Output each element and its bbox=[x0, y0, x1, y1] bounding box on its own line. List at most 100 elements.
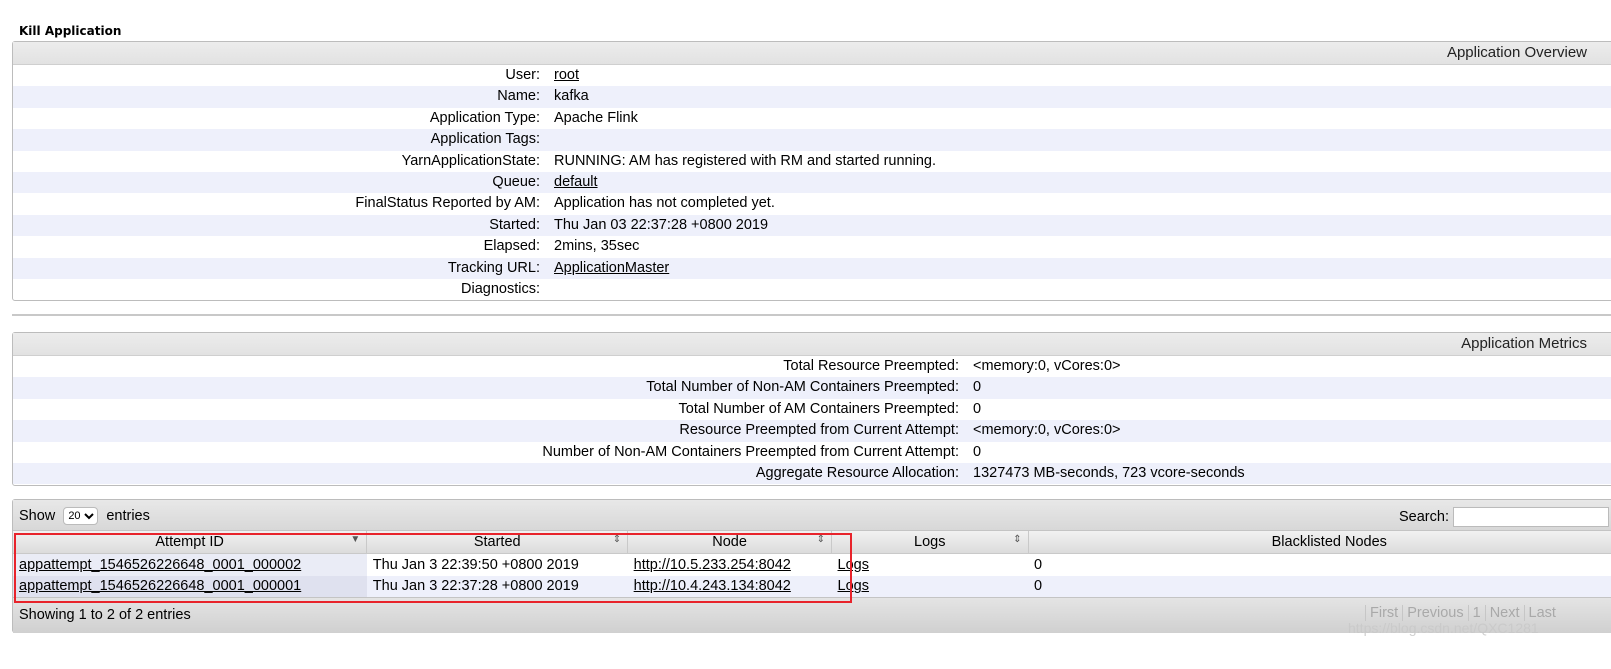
table-cell: http://10.4.243.134:8042 bbox=[627, 575, 832, 597]
sort-icon: ⇕ bbox=[612, 534, 622, 545]
column-header-blacklisted-nodes[interactable]: Blacklisted Nodes⇕ bbox=[1028, 531, 1611, 554]
overview-row: YarnApplicationState: RUNNING: AM has reg… bbox=[13, 151, 1611, 172]
table-cell: 0 bbox=[1028, 553, 1611, 576]
blacklisted-cell: 0 bbox=[1034, 578, 1043, 595]
overview-row: User: root bbox=[13, 65, 1611, 86]
overview-label: Elapsed: bbox=[483, 238, 540, 255]
started-cell: Thu Jan 3 22:37:28 +0800 2019 bbox=[372, 578, 579, 595]
metrics-row: Aggregate Resource Allocation: 1327473 MB… bbox=[13, 462, 1611, 485]
overview-value: RUNNING: AM has registered with RM and s… bbox=[554, 152, 936, 169]
metrics-row: Total Number of Non-AM Containers Preemp… bbox=[13, 377, 1611, 399]
sort-icon: ⇕ bbox=[1013, 534, 1022, 545]
overview-label: Application Type: bbox=[429, 109, 540, 126]
first-page-button[interactable]: First bbox=[1365, 605, 1402, 621]
overview-row: Application Tags: bbox=[13, 129, 1611, 151]
overview-label: Started: bbox=[489, 216, 540, 233]
metrics-value: 1327473 MB-seconds, 723 vcore-seconds bbox=[973, 464, 1245, 481]
overview-row: Started: Thu Jan 03 22:37:28 +0800 2019 bbox=[13, 214, 1611, 237]
search-input[interactable] bbox=[1452, 507, 1609, 527]
overview-table: User: root Name: kafka Application Type: Apac… bbox=[13, 65, 1611, 300]
table-cell: Logs bbox=[831, 553, 1029, 576]
table-row: appattempt_1546526226648_0001_000002 Thu … bbox=[13, 553, 1611, 576]
metrics-value: 0 bbox=[973, 443, 982, 460]
column-header-label: Attempt ID bbox=[155, 534, 224, 550]
metrics-label: Number of Non-AM Containers Preempted fr… bbox=[542, 443, 959, 460]
overview-row: Queue: default bbox=[13, 171, 1611, 194]
overview-value: Application has not completed yet. bbox=[554, 195, 775, 212]
overview-value: 2mins, 35sec bbox=[554, 238, 640, 255]
sort-icon: ⇕ bbox=[816, 534, 826, 545]
metrics-row: Number of Non-AM Containers Preempted fr… bbox=[13, 442, 1611, 463]
metrics-label: Aggregate Resource Allocation: bbox=[755, 464, 959, 481]
overview-label: User: bbox=[505, 67, 540, 83]
overview-link[interactable]: ApplicationMaster bbox=[554, 258, 669, 279]
metrics-label: Resource Preempted from Current Attempt: bbox=[679, 422, 959, 439]
column-header-label: Blacklisted Nodes bbox=[1271, 534, 1387, 550]
metrics-label: Total Resource Preempted: bbox=[783, 358, 959, 374]
previous-page-button[interactable]: Previous bbox=[1402, 605, 1467, 621]
overview-row: Diagnostics: bbox=[13, 279, 1611, 300]
column-header-started[interactable]: Started ⇕ bbox=[366, 531, 629, 554]
column-header-label: Started bbox=[473, 534, 521, 550]
sort-desc-icon: ▼ bbox=[350, 534, 361, 545]
overview-row: Application Type: Apache Flink bbox=[13, 108, 1611, 129]
overview-row: Name: kafka bbox=[13, 86, 1611, 108]
table-cell: http://10.5.233.254:8042 bbox=[627, 553, 832, 576]
logs-link[interactable]: Logs bbox=[838, 557, 869, 573]
page-size-select[interactable]: 20 bbox=[63, 507, 99, 525]
watermark: https://blog.csdn.net/QXC1281 bbox=[1348, 620, 1539, 636]
column-header-label: Logs bbox=[914, 534, 946, 550]
overview-row: FinalStatus Reported by AM: Application h… bbox=[13, 193, 1611, 214]
metrics-value: <memory:0, vCores:0> bbox=[973, 358, 1121, 374]
table-cell: appattempt_1546526226648_0001_000002 bbox=[13, 553, 367, 576]
metrics-row: Total Resource Preempted: <memory:0, vCor… bbox=[13, 356, 1611, 377]
overview-value: kafka bbox=[554, 88, 589, 105]
metrics-row: Resource Preempted from Current Attempt:… bbox=[13, 420, 1611, 442]
table-cell: 0 bbox=[1028, 575, 1611, 597]
overview-label: Diagnostics: bbox=[461, 280, 540, 297]
search-control: Search: bbox=[1399, 507, 1609, 527]
application-metrics-panel: Application Metrics Total Resource Preem… bbox=[12, 332, 1611, 486]
metrics-value: 0 bbox=[973, 379, 982, 396]
last-page-button[interactable]: Last bbox=[1523, 605, 1560, 621]
node-link[interactable]: http://10.5.233.254:8042 bbox=[634, 557, 791, 573]
metrics-header: Application Metrics bbox=[13, 333, 1611, 356]
attempts-table-panel: Show 20 entries Search: Attempt ID ▼ Start… bbox=[12, 499, 1611, 633]
attempt-id-link[interactable]: appattempt_1546526226648_0001_000001 bbox=[19, 578, 301, 594]
application-overview-panel: Application Overview User: root Name: kafka… bbox=[12, 41, 1611, 301]
attempts-table: Attempt ID ▼ Started ⇕ Node ⇕ Logs ⇕ Blacklisted… bbox=[13, 531, 1611, 597]
table-cell: Logs bbox=[831, 575, 1029, 597]
column-header-node[interactable]: Node ⇕ bbox=[627, 531, 833, 554]
overview-label: YarnApplicationState: bbox=[401, 152, 540, 169]
overview-link[interactable]: default bbox=[554, 172, 598, 193]
logs-link[interactable]: Logs bbox=[838, 578, 869, 594]
table-cell: appattempt_1546526226648_0001_000001 bbox=[13, 575, 367, 597]
column-header-logs[interactable]: Logs ⇕ bbox=[831, 531, 1029, 554]
overview-link[interactable]: root bbox=[554, 65, 579, 86]
overview-value: Thu Jan 03 22:37:28 +0800 2019 bbox=[554, 216, 769, 233]
page-size-control: Show 20 entries bbox=[19, 507, 150, 525]
column-header-label: Node bbox=[712, 534, 747, 550]
next-page-button[interactable]: Next bbox=[1484, 605, 1524, 621]
overview-value: Apache Flink bbox=[554, 109, 638, 126]
blacklisted-cell: 0 bbox=[1034, 556, 1043, 573]
table-toolbar: Show 20 entries Search: bbox=[13, 500, 1611, 531]
table-info: Showing 1 to 2 of 2 entries bbox=[19, 607, 191, 623]
page-number-button[interactable]: 1 bbox=[1467, 605, 1485, 621]
kill-application-button[interactable]: Kill Application bbox=[19, 24, 121, 38]
overview-label: Queue: bbox=[492, 173, 540, 190]
metrics-label: Total Number of AM Containers Preempted: bbox=[678, 400, 959, 417]
overview-row: Tracking URL: ApplicationMaster bbox=[13, 257, 1611, 279]
metrics-value: 0 bbox=[973, 400, 982, 417]
table-row: appattempt_1546526226648_0001_000001 Thu … bbox=[13, 575, 1611, 597]
overview-label: FinalStatus Reported by AM: bbox=[355, 195, 540, 212]
node-link[interactable]: http://10.4.243.134:8042 bbox=[634, 578, 791, 594]
overview-header: Application Overview bbox=[13, 42, 1611, 65]
table-cell: Thu Jan 3 22:39:50 +0800 2019 bbox=[366, 553, 628, 576]
overview-label: Name: bbox=[497, 88, 540, 105]
column-header-attempt-id[interactable]: Attempt ID ▼ bbox=[13, 531, 368, 554]
attempt-id-link[interactable]: appattempt_1546526226648_0001_000002 bbox=[19, 557, 301, 573]
section-divider bbox=[12, 314, 1611, 316]
metrics-label: Total Number of Non-AM Containers Preemp… bbox=[646, 379, 959, 396]
metrics-value: <memory:0, vCores:0> bbox=[973, 422, 1121, 439]
